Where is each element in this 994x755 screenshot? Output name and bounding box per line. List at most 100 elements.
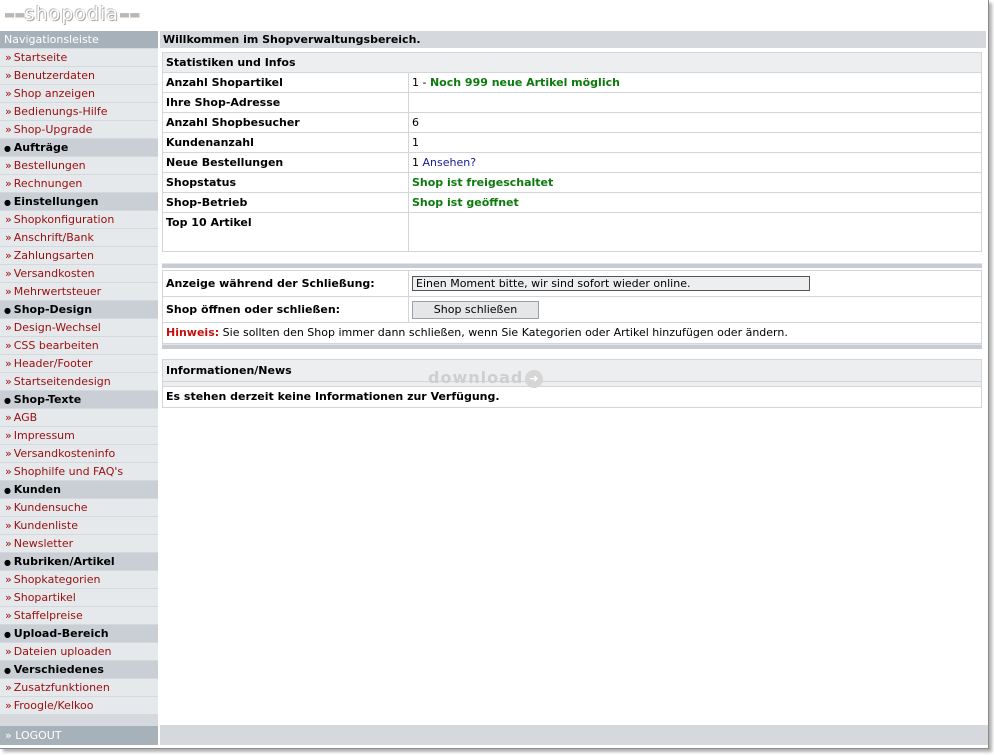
sidebar-item[interactable]: » Zusatzfunktionen bbox=[0, 679, 158, 696]
sidebar-item[interactable]: » Shopkonfiguration bbox=[0, 211, 158, 228]
stat-label: Anzahl Shopbesucher bbox=[163, 113, 409, 132]
stat-value: 1 Ansehen? bbox=[412, 156, 477, 169]
sidebar-item[interactable]: » Shopartikel bbox=[0, 589, 158, 606]
sidebar-item[interactable]: » Froogle/Kelkoo bbox=[0, 697, 158, 714]
stat-row-visitors: Anzahl Shopbesucher 6 bbox=[163, 113, 981, 133]
closing-message-row: Anzeige während der Schließung: bbox=[163, 271, 981, 297]
nav-list: » Startseite» Benutzerdaten» Shop anzeigen»… bbox=[0, 49, 158, 714]
chevron-right-icon: » bbox=[5, 591, 12, 604]
chevron-right-icon: » bbox=[5, 231, 12, 244]
sidebar-item[interactable]: » Shop anzeigen bbox=[0, 85, 158, 102]
bullet-icon: ● bbox=[4, 630, 14, 639]
sidebar-item[interactable]: » Benutzerdaten bbox=[0, 67, 158, 84]
bullet-icon: ● bbox=[4, 558, 14, 567]
app-window: ▬▬shopodia▬▬ Navigationsleiste » Startsei… bbox=[0, 0, 989, 749]
bullet-icon: ● bbox=[4, 396, 14, 405]
sidebar-item[interactable]: » Startseite bbox=[0, 49, 158, 66]
stat-value: 6 bbox=[412, 116, 419, 129]
bullet-icon: ● bbox=[4, 144, 14, 153]
sidebar-item[interactable]: » Mehrwertsteuer bbox=[0, 283, 158, 300]
nav-section-header: ● Aufträge bbox=[0, 139, 158, 156]
stat-label: Ihre Shop-Adresse bbox=[163, 93, 409, 112]
sidebar-item[interactable]: » Header/Footer bbox=[0, 355, 158, 372]
stat-row-address: Ihre Shop-Adresse bbox=[163, 93, 981, 113]
logout-button[interactable]: » LOGOUT bbox=[0, 726, 158, 745]
sidebar-header: Navigationsleiste bbox=[0, 31, 158, 48]
news-panel: Informationen/News Es stehen derzeit kei… bbox=[162, 359, 982, 408]
chevron-right-icon: » bbox=[5, 537, 12, 550]
bullet-icon: ● bbox=[4, 306, 14, 315]
close-shop-button[interactable]: Shop schließen bbox=[412, 300, 539, 319]
sidebar: Navigationsleiste » Startseite» Benutzerda… bbox=[0, 31, 158, 745]
stat-value bbox=[409, 93, 981, 112]
shopodia-logo: ▬▬shopodia▬▬ bbox=[4, 3, 141, 25]
toggle-label: Shop öffnen oder schließen: bbox=[163, 297, 409, 322]
news-title: Informationen/News bbox=[163, 360, 981, 382]
sidebar-item[interactable]: » Versandkosten bbox=[0, 265, 158, 282]
closing-message-label: Anzeige während der Schließung: bbox=[163, 271, 409, 296]
sidebar-item[interactable]: » Shop-Upgrade bbox=[0, 121, 158, 138]
stat-label: Kundenanzahl bbox=[163, 133, 409, 152]
chevron-right-icon: » bbox=[5, 573, 12, 586]
sidebar-item[interactable]: » Design-Wechsel bbox=[0, 319, 158, 336]
sidebar-item[interactable]: » Zahlungsarten bbox=[0, 247, 158, 264]
toggle-row: Shop öffnen oder schließen: Shop schließ… bbox=[163, 297, 981, 323]
stat-row-orders: Neue Bestellungen 1 Ansehen? bbox=[163, 153, 981, 173]
stat-row-operation: Shop-Betrieb Shop ist geöffnet bbox=[163, 193, 981, 213]
nav-section-header: ● Rubriken/Artikel bbox=[0, 553, 158, 570]
sidebar-item[interactable]: » Rechnungen bbox=[0, 175, 158, 192]
chevron-right-icon: » bbox=[5, 51, 12, 64]
articles-note: Noch 999 neue Artikel möglich bbox=[429, 76, 620, 89]
sidebar-item[interactable]: » Newsletter bbox=[0, 535, 158, 552]
sidebar-item[interactable]: » Impressum bbox=[0, 427, 158, 444]
nav-section-header: ● Shop-Design bbox=[0, 301, 158, 318]
sidebar-item[interactable]: » Kundenliste bbox=[0, 517, 158, 534]
chevron-right-icon: » bbox=[5, 87, 12, 100]
view-orders-link[interactable]: Ansehen? bbox=[423, 156, 477, 169]
stat-value: 1 - Noch 999 neue Artikel möglich bbox=[412, 76, 620, 89]
stats-title: Statistiken und Infos bbox=[163, 53, 981, 73]
sidebar-item[interactable]: » Bestellungen bbox=[0, 157, 158, 174]
sidebar-item[interactable]: » Shophilfe und FAQ's bbox=[0, 463, 158, 480]
chevron-right-icon: » bbox=[5, 501, 12, 514]
bullet-icon: ● bbox=[4, 486, 14, 495]
news-text: Es stehen derzeit keine Informationen zu… bbox=[166, 390, 500, 403]
sidebar-item[interactable]: » Versandkosteninfo bbox=[0, 445, 158, 462]
hint-label: Hinweis: bbox=[166, 326, 220, 339]
stat-row-customers: Kundenanzahl 1 bbox=[163, 133, 981, 153]
chevron-right-icon: » bbox=[5, 285, 12, 298]
nav-section-header: ● Verschiedenes bbox=[0, 661, 158, 678]
watermark-badge-icon: ➜ bbox=[525, 369, 544, 388]
watermark: download ➜ bbox=[428, 368, 544, 388]
nav-section-header: ● Shop-Texte bbox=[0, 391, 158, 408]
sidebar-item[interactable]: » Shopkategorien bbox=[0, 571, 158, 588]
divider bbox=[162, 344, 982, 349]
chevron-right-icon: » bbox=[5, 177, 12, 190]
stat-row-top10: Top 10 Artikel bbox=[163, 213, 981, 251]
nav-section-header: ● Upload-Bereich bbox=[0, 625, 158, 642]
sidebar-item[interactable]: » AGB bbox=[0, 409, 158, 426]
chevron-right-icon: » bbox=[5, 519, 12, 532]
sidebar-item[interactable]: » Staffelpreise bbox=[0, 607, 158, 624]
chevron-right-icon: » bbox=[5, 699, 12, 712]
chevron-right-icon: » bbox=[5, 159, 12, 172]
chevron-right-icon: » bbox=[5, 339, 12, 352]
stat-row-articles: Anzahl Shopartikel 1 - Noch 999 neue Art… bbox=[163, 73, 981, 93]
stat-label: Neue Bestellungen bbox=[163, 153, 409, 172]
stat-label: Shop-Betrieb bbox=[163, 193, 409, 212]
chevron-right-icon: » bbox=[5, 249, 12, 262]
sidebar-item[interactable]: » Bedienungs-Hilfe bbox=[0, 103, 158, 120]
sidebar-item[interactable]: » Anschrift/Bank bbox=[0, 229, 158, 246]
chevron-right-icon: » bbox=[5, 267, 12, 280]
closing-message-input[interactable] bbox=[412, 276, 810, 291]
hint-row: Hinweis: Sie sollten den Shop immer dann… bbox=[163, 323, 981, 343]
chevron-right-icon: » bbox=[5, 213, 12, 226]
chevron-right-icon: » bbox=[5, 69, 12, 82]
sidebar-item[interactable]: » CSS bearbeiten bbox=[0, 337, 158, 354]
sidebar-item[interactable]: » Startseitendesign bbox=[0, 373, 158, 390]
sidebar-item[interactable]: » Kundensuche bbox=[0, 499, 158, 516]
chevron-right-icon: » bbox=[5, 681, 12, 694]
chevron-right-icon: » bbox=[5, 375, 12, 388]
chevron-right-icon: » bbox=[5, 123, 12, 136]
sidebar-item[interactable]: » Dateien uploaden bbox=[0, 643, 158, 660]
